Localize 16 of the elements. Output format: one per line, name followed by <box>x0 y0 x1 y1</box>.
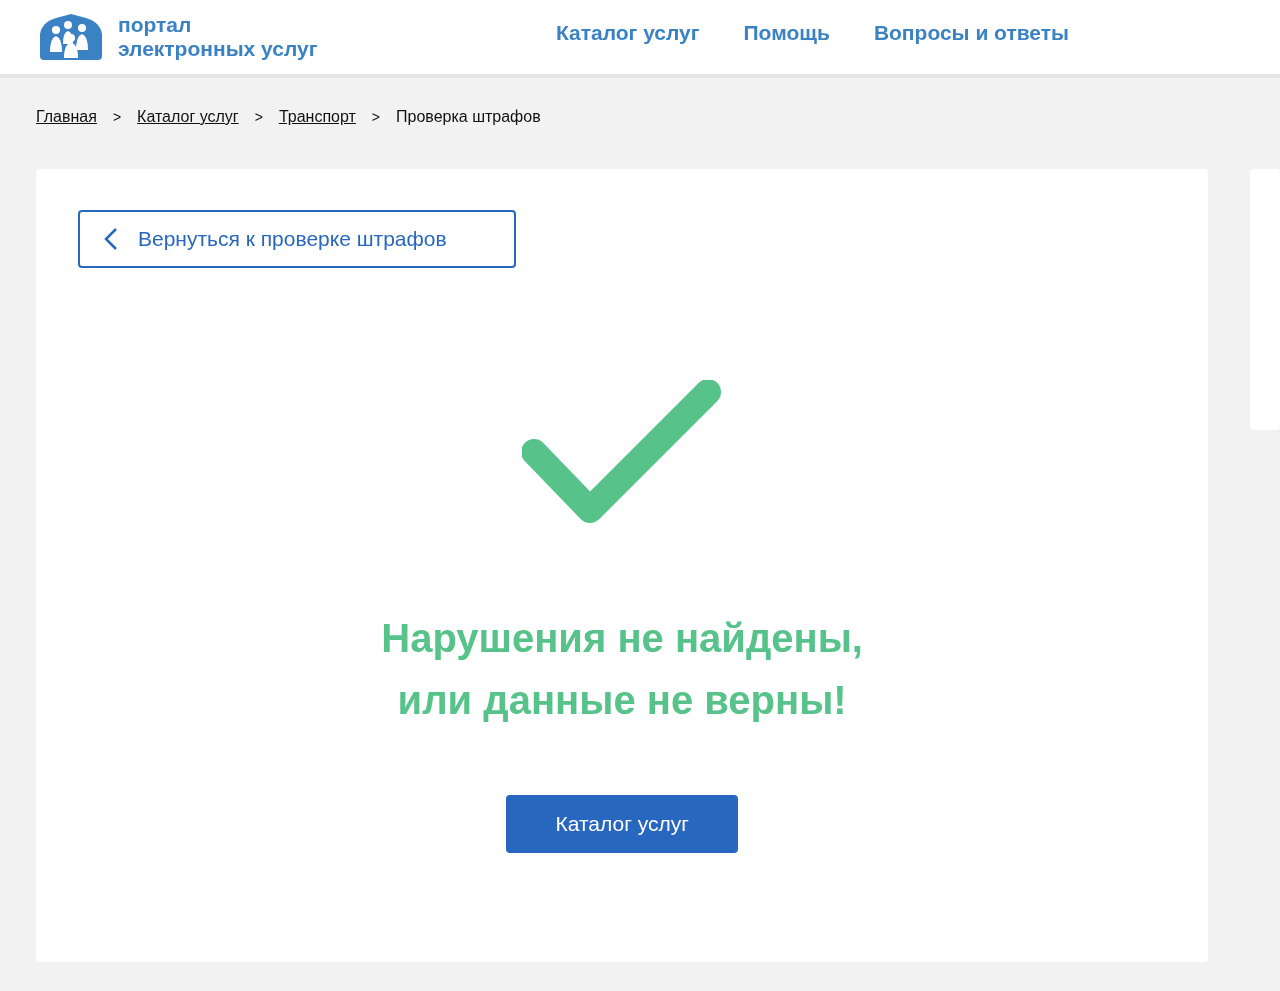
nav-link[interactable]: Вопросы и ответы <box>873 17 1069 49</box>
nav-link[interactable]: Каталог услуг <box>556 17 700 49</box>
catalog-button[interactable]: Каталог услуг <box>506 795 739 853</box>
back-button[interactable]: Вернуться к проверке штрафов <box>78 210 516 268</box>
breadcrumb-separator: > <box>253 107 264 127</box>
breadcrumb-separator: > <box>111 107 123 127</box>
chevron-left-icon <box>104 227 118 251</box>
breadcrumb-current: Проверка штрафов <box>396 107 541 127</box>
breadcrumb-link[interactable]: Главная <box>36 105 97 129</box>
breadcrumb-link[interactable]: Транспорт <box>278 105 356 129</box>
breadcrumb-separator: > <box>370 107 382 127</box>
logo-text: электронных услуг <box>118 37 318 61</box>
nav-link[interactable]: Помощь <box>743 17 830 49</box>
logo-text: портал <box>118 13 193 37</box>
result-heading: Нарушения не найдены, или данные не верны! <box>381 615 863 724</box>
breadcrumb-link[interactable]: Каталог услуг <box>137 105 239 129</box>
